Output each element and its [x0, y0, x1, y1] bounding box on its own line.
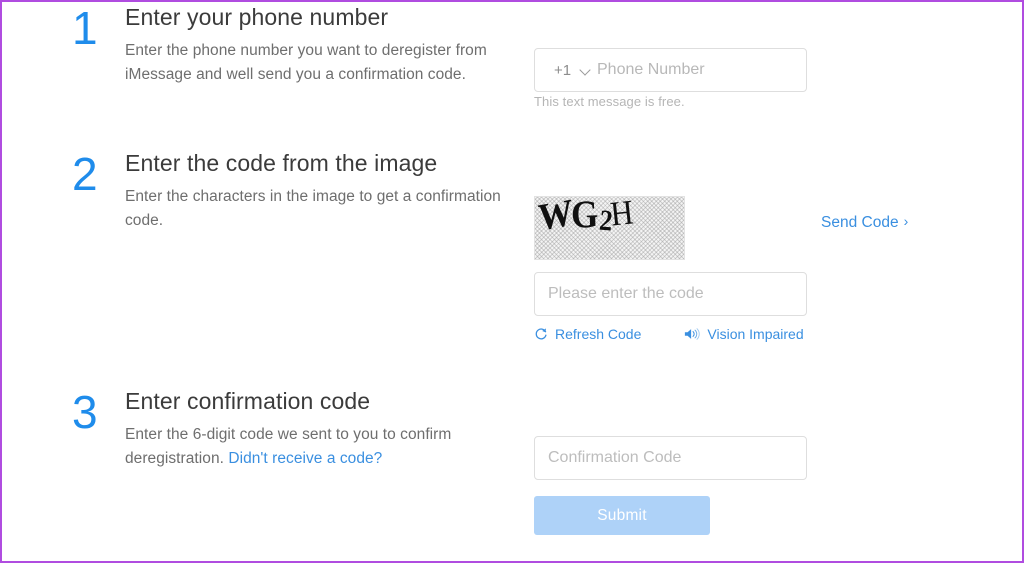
refresh-icon — [534, 327, 548, 341]
chevron-right-icon: › — [903, 213, 909, 229]
vision-impaired-label: Vision Impaired — [707, 326, 804, 342]
captcha-char-2: G — [570, 196, 599, 237]
vision-impaired-link[interactable]: Vision Impaired — [684, 326, 804, 342]
send-code-link[interactable]: Send Code › — [821, 213, 909, 232]
captcha-image: WG2H — [534, 196, 685, 260]
step-1-text: Enter your phone number Enter the phone … — [125, 2, 515, 87]
step-2-text: Enter the code from the image Enter the … — [125, 148, 515, 233]
step-2-description: Enter the characters in the image to get… — [125, 188, 501, 229]
page-frame: 1 Enter your phone number Enter the phon… — [0, 0, 1024, 563]
send-code-label: Send Code — [821, 214, 899, 231]
chevron-down-icon[interactable] — [580, 65, 584, 76]
refresh-code-link[interactable]: Refresh Code — [534, 326, 641, 342]
step-3-text: Enter confirmation code Enter the 6-digi… — [125, 386, 515, 471]
step-number-1: 1 — [72, 2, 98, 54]
didnt-receive-code-link[interactable]: Didn't receive a code? — [228, 450, 382, 467]
confirmation-code-input[interactable] — [534, 436, 807, 480]
phone-input[interactable] — [588, 60, 806, 80]
step-1-description: Enter the phone number you want to dereg… — [125, 42, 487, 83]
step-number-3: 3 — [72, 386, 98, 438]
country-code-value: +1 — [554, 61, 572, 79]
captcha-char-1: W — [536, 196, 575, 240]
step-1-title: Enter your phone number — [125, 4, 389, 30]
page-content: 1 Enter your phone number Enter the phon… — [2, 2, 1022, 561]
step-number-2: 2 — [72, 148, 98, 200]
phone-helper-text: This text message is free. — [534, 94, 685, 109]
captcha-input[interactable] — [534, 272, 807, 316]
step-3-title: Enter confirmation code — [125, 388, 371, 414]
phone-number-field[interactable]: +1 — [534, 48, 807, 92]
captcha-characters: WG2H — [537, 196, 636, 240]
speaker-icon — [684, 327, 701, 341]
captcha-actions: Refresh Code Vision Impaired — [534, 326, 804, 342]
step-3-description: Enter the 6-digit code we sent to you to… — [125, 423, 515, 471]
submit-button[interactable]: Submit — [534, 496, 710, 535]
refresh-code-label: Refresh Code — [555, 326, 642, 342]
captcha-char-4: H — [608, 196, 636, 234]
step-2-title: Enter the code from the image — [125, 150, 438, 176]
